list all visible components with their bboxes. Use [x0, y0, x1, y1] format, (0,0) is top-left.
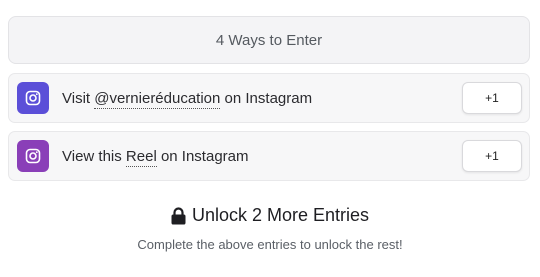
entry-label-suffix: on Instagram [156, 147, 249, 165]
entry-label-suffix: on Instagram [220, 89, 313, 107]
lock-icon [171, 206, 186, 225]
unlock-subtitle: Complete the above entries to unlock the… [137, 237, 403, 252]
entry-methods-header: 4 Ways to Enter [8, 16, 530, 64]
entry-points-button[interactable]: +1 [462, 82, 522, 114]
entry-visit-instagram[interactable]: Visit @vernieréducation on Instagram +1 [8, 73, 530, 123]
entry-view-reel[interactable]: View this Reel on Instagram +1 [8, 131, 530, 181]
unlock-heading: Unlock 2 More Entries [0, 205, 540, 226]
instagram-reel-link[interactable]: Reel [125, 147, 157, 167]
entry-label: View this Reel on Instagram [62, 147, 249, 167]
instagram-icon [17, 82, 49, 114]
entry-label: Visit @vernieréducation on Instagram [62, 89, 313, 109]
entry-points-button[interactable]: +1 [462, 140, 522, 172]
entry-methods-title: 4 Ways to Enter [215, 31, 323, 49]
entry-label-prefix: Visit [62, 89, 95, 107]
unlock-title-text: Unlock 2 More Entries [191, 205, 370, 225]
entry-points-label: +1 [485, 91, 499, 105]
instagram-profile-link[interactable]: @vernieréducation [94, 89, 221, 109]
instagram-icon [17, 140, 49, 172]
entry-label-prefix: View this [62, 147, 126, 165]
entry-points-label: +1 [485, 149, 499, 163]
